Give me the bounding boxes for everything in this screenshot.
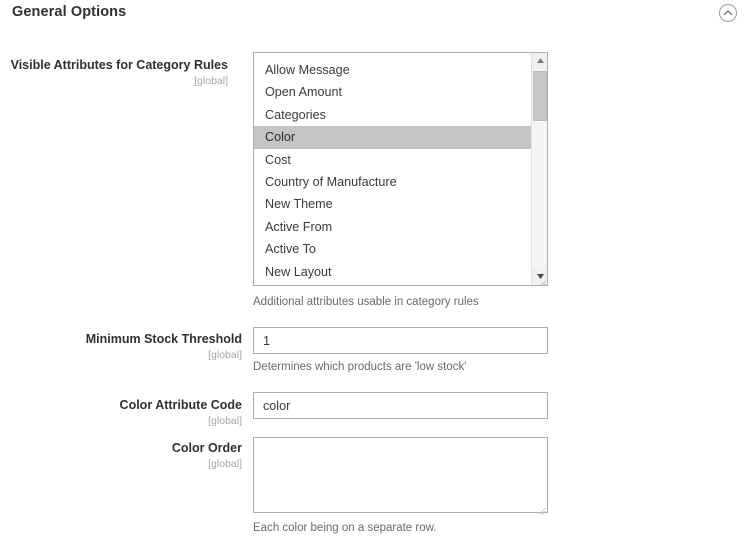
section-header: General Options xyxy=(0,0,750,30)
label-color-order: Color Order [global] xyxy=(0,441,242,471)
minimum-stock-threshold-input[interactable] xyxy=(253,327,548,354)
scope-color-attribute-code: [global] xyxy=(0,414,242,428)
color-attribute-code-input[interactable] xyxy=(253,392,548,419)
list-item[interactable]: Active To xyxy=(254,238,531,260)
list-item[interactable]: Categories xyxy=(254,104,531,126)
list-item[interactable]: New Layout xyxy=(254,261,531,283)
scope-color-order: [global] xyxy=(0,457,242,471)
scrollbar-thumb[interactable] xyxy=(533,71,547,121)
general-options-panel: General Options Visible Attributes for C… xyxy=(0,0,750,542)
list-item[interactable]: New Theme xyxy=(254,193,531,215)
color-order-textarea[interactable] xyxy=(253,437,548,513)
resize-grip-icon[interactable] xyxy=(537,275,546,284)
color-order-textarea-wrap xyxy=(253,437,548,513)
triangle-up-icon[interactable] xyxy=(532,53,548,69)
label-color-order-text: Color Order xyxy=(172,441,242,455)
list-item[interactable]: Cost xyxy=(254,149,531,171)
chevron-up-circle-icon[interactable] xyxy=(718,3,738,23)
visible-attributes-listbox[interactable]: Allow Message Open Amount Categories Col… xyxy=(253,52,548,286)
listbox-scrollbar[interactable] xyxy=(531,53,547,285)
label-visible-attributes: Visible Attributes for Category Rules [g… xyxy=(0,58,228,88)
note-visible-attributes: Additional attributes usable in category… xyxy=(253,295,479,309)
note-color-order: Each color being on a separate row. xyxy=(253,521,436,535)
listbox-options[interactable]: Allow Message Open Amount Categories Col… xyxy=(254,53,531,285)
label-minimum-stock-threshold: Minimum Stock Threshold [global] xyxy=(0,332,242,362)
list-item[interactable]: Country of Manufacture xyxy=(254,171,531,193)
list-item[interactable]: Active From xyxy=(254,216,531,238)
label-color-attribute-code-text: Color Attribute Code xyxy=(120,398,242,412)
label-minimum-stock-threshold-text: Minimum Stock Threshold xyxy=(86,332,242,346)
scope-visible-attributes: [global] xyxy=(0,74,228,88)
page-title: General Options xyxy=(12,4,126,20)
label-color-attribute-code: Color Attribute Code [global] xyxy=(0,398,242,428)
note-minimum-stock-threshold: Determines which products are 'low stock… xyxy=(253,360,466,374)
label-visible-attributes-text: Visible Attributes for Category Rules xyxy=(11,58,228,72)
list-item[interactable]: Open Amount xyxy=(254,81,531,103)
scope-minimum-stock-threshold: [global] xyxy=(0,348,242,362)
list-item[interactable]: Allow Message xyxy=(254,59,531,81)
list-item-selected[interactable]: Color xyxy=(254,126,531,148)
